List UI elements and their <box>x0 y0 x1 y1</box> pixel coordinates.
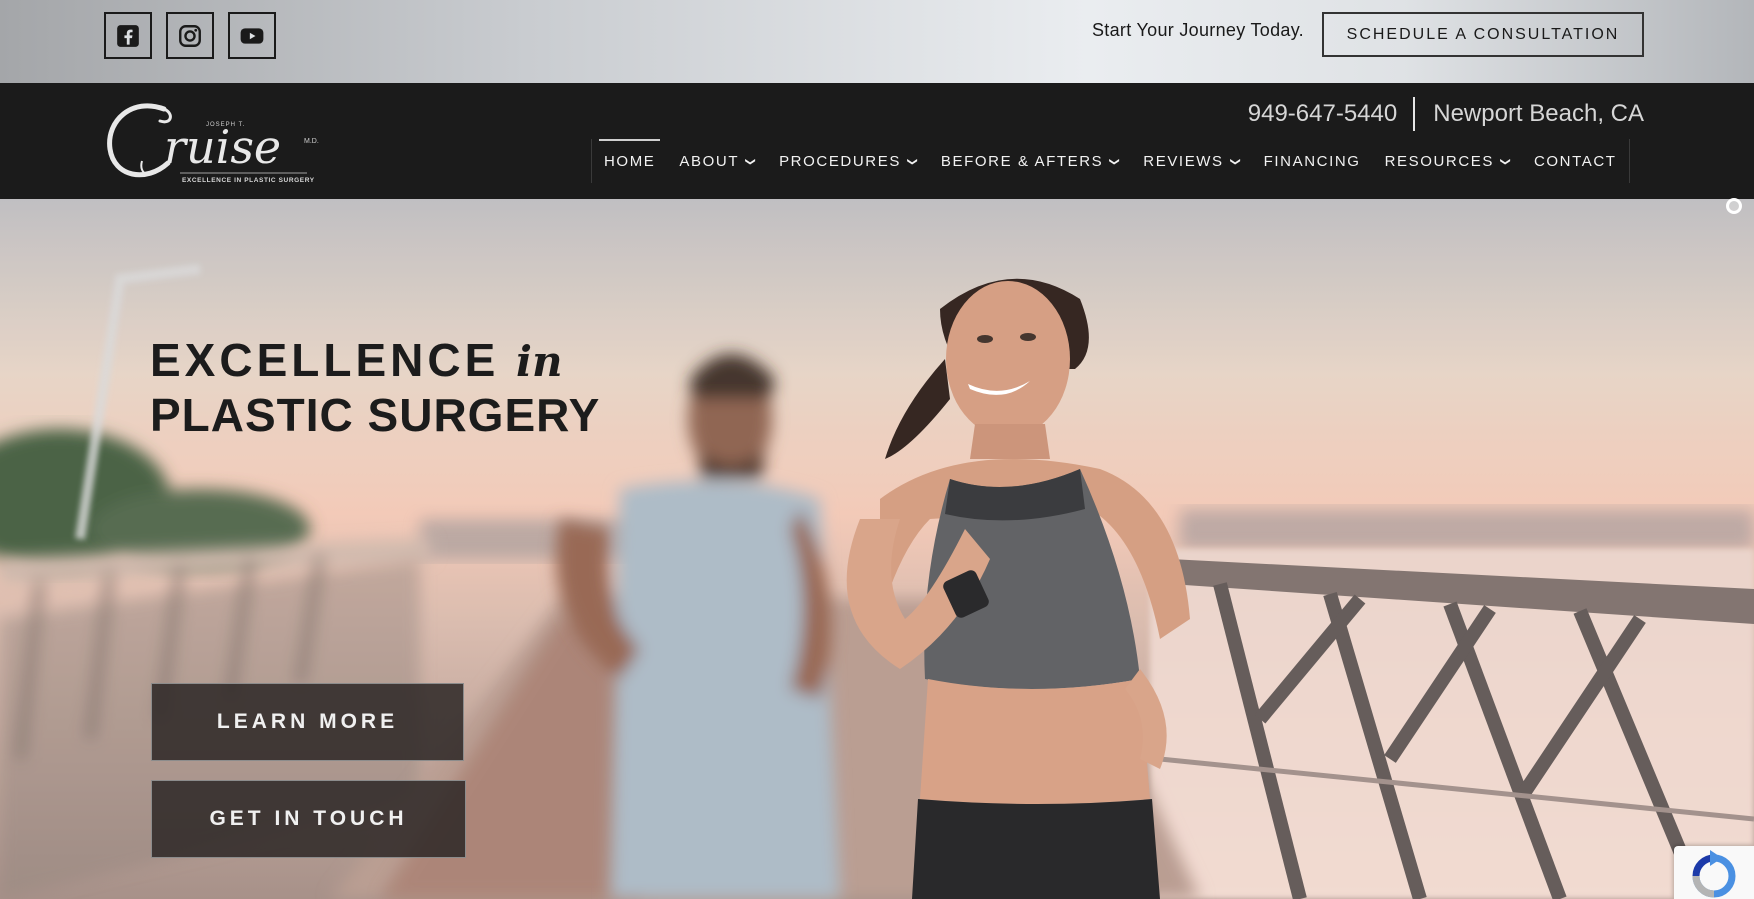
youtube-link[interactable] <box>228 12 276 59</box>
chevron-down-icon: ❯ <box>906 157 918 167</box>
hero-title-in: in <box>516 337 563 386</box>
divider <box>1413 97 1416 131</box>
nav-item-about[interactable]: ABOUT ❯ <box>667 139 767 183</box>
hero-title-line2: PLASTIC SURGERY <box>150 389 601 441</box>
nav-label: HOME <box>604 152 656 170</box>
nav-label: RESOURCES <box>1384 152 1494 170</box>
location-text: Newport Beach, CA <box>1433 100 1644 127</box>
hero-title-line1: EXCELLENCE <box>150 334 500 386</box>
hero-heading: EXCELLENCE in PLASTIC SURGERY <box>150 333 600 441</box>
youtube-icon <box>240 27 264 44</box>
logo-tagline: EXCELLENCE IN PLASTIC SURGERY <box>182 177 315 184</box>
recaptcha-icon <box>1692 850 1736 898</box>
hero-section: EXCELLENCE in PLASTIC SURGERY LEARN MORE… <box>0 199 1754 899</box>
instagram-icon <box>179 24 201 47</box>
chevron-down-icon: ❯ <box>1499 157 1511 167</box>
logo-suffix: M.D. <box>304 138 319 145</box>
main-nav: HOME ABOUT ❯ PROCEDURES ❯ BEFORE & AFTERS ❯… <box>591 139 1630 183</box>
nav-item-resources[interactable]: RESOURCES ❯ <box>1373 139 1522 183</box>
nav-item-procedures[interactable]: PROCEDURES ❯ <box>767 139 929 183</box>
logo-small-name: JOSEPH T. <box>206 122 245 128</box>
svg-text:ruise: ruise <box>164 120 281 174</box>
nav-label: ABOUT <box>679 152 740 170</box>
nav-item-home[interactable]: HOME <box>592 139 667 183</box>
top-utility-bar: Start Your Journey Today. SCHEDULE A CON… <box>0 0 1754 83</box>
nav-item-financing[interactable]: FINANCING <box>1252 139 1373 183</box>
chevron-down-icon: ❯ <box>1229 157 1241 167</box>
facebook-link[interactable] <box>104 12 152 59</box>
nav-label: REVIEWS <box>1143 152 1224 170</box>
nav-item-contact[interactable]: CONTACT <box>1522 139 1629 183</box>
chevron-down-icon: ❯ <box>744 157 756 167</box>
slider-dot[interactable] <box>1726 198 1742 214</box>
nav-item-reviews[interactable]: REVIEWS ❯ <box>1131 139 1251 183</box>
nav-item-before-afters[interactable]: BEFORE & AFTERS ❯ <box>929 139 1131 183</box>
learn-more-button[interactable]: LEARN MORE <box>151 683 464 761</box>
main-header: ruise JOSEPH T. M.D. EXCELLENCE IN PLAST… <box>0 83 1754 199</box>
recaptcha-badge[interactable] <box>1674 846 1754 899</box>
logo-graphic: ruise JOSEPH T. M.D. EXCELLENCE IN PLAST… <box>107 103 319 184</box>
nav-label: CONTACT <box>1533 152 1617 170</box>
site-logo[interactable]: ruise JOSEPH T. M.D. EXCELLENCE IN PLAST… <box>102 91 322 191</box>
instagram-link[interactable] <box>166 12 214 59</box>
phone-link[interactable]: 949-647-5440 <box>1248 100 1397 128</box>
schedule-consultation-button[interactable]: SCHEDULE A CONSULTATION <box>1322 12 1644 57</box>
tagline-text: Start Your Journey Today. <box>1092 20 1304 40</box>
get-in-touch-button[interactable]: GET IN TOUCH <box>151 780 466 858</box>
facebook-icon <box>117 24 139 47</box>
contact-line: 949-647-5440 Newport Beach, CA <box>1248 97 1644 131</box>
nav-label: BEFORE & AFTERS <box>940 152 1104 170</box>
nav-label: FINANCING <box>1263 152 1361 170</box>
nav-label: PROCEDURES <box>779 152 901 170</box>
chevron-down-icon: ❯ <box>1108 157 1120 167</box>
